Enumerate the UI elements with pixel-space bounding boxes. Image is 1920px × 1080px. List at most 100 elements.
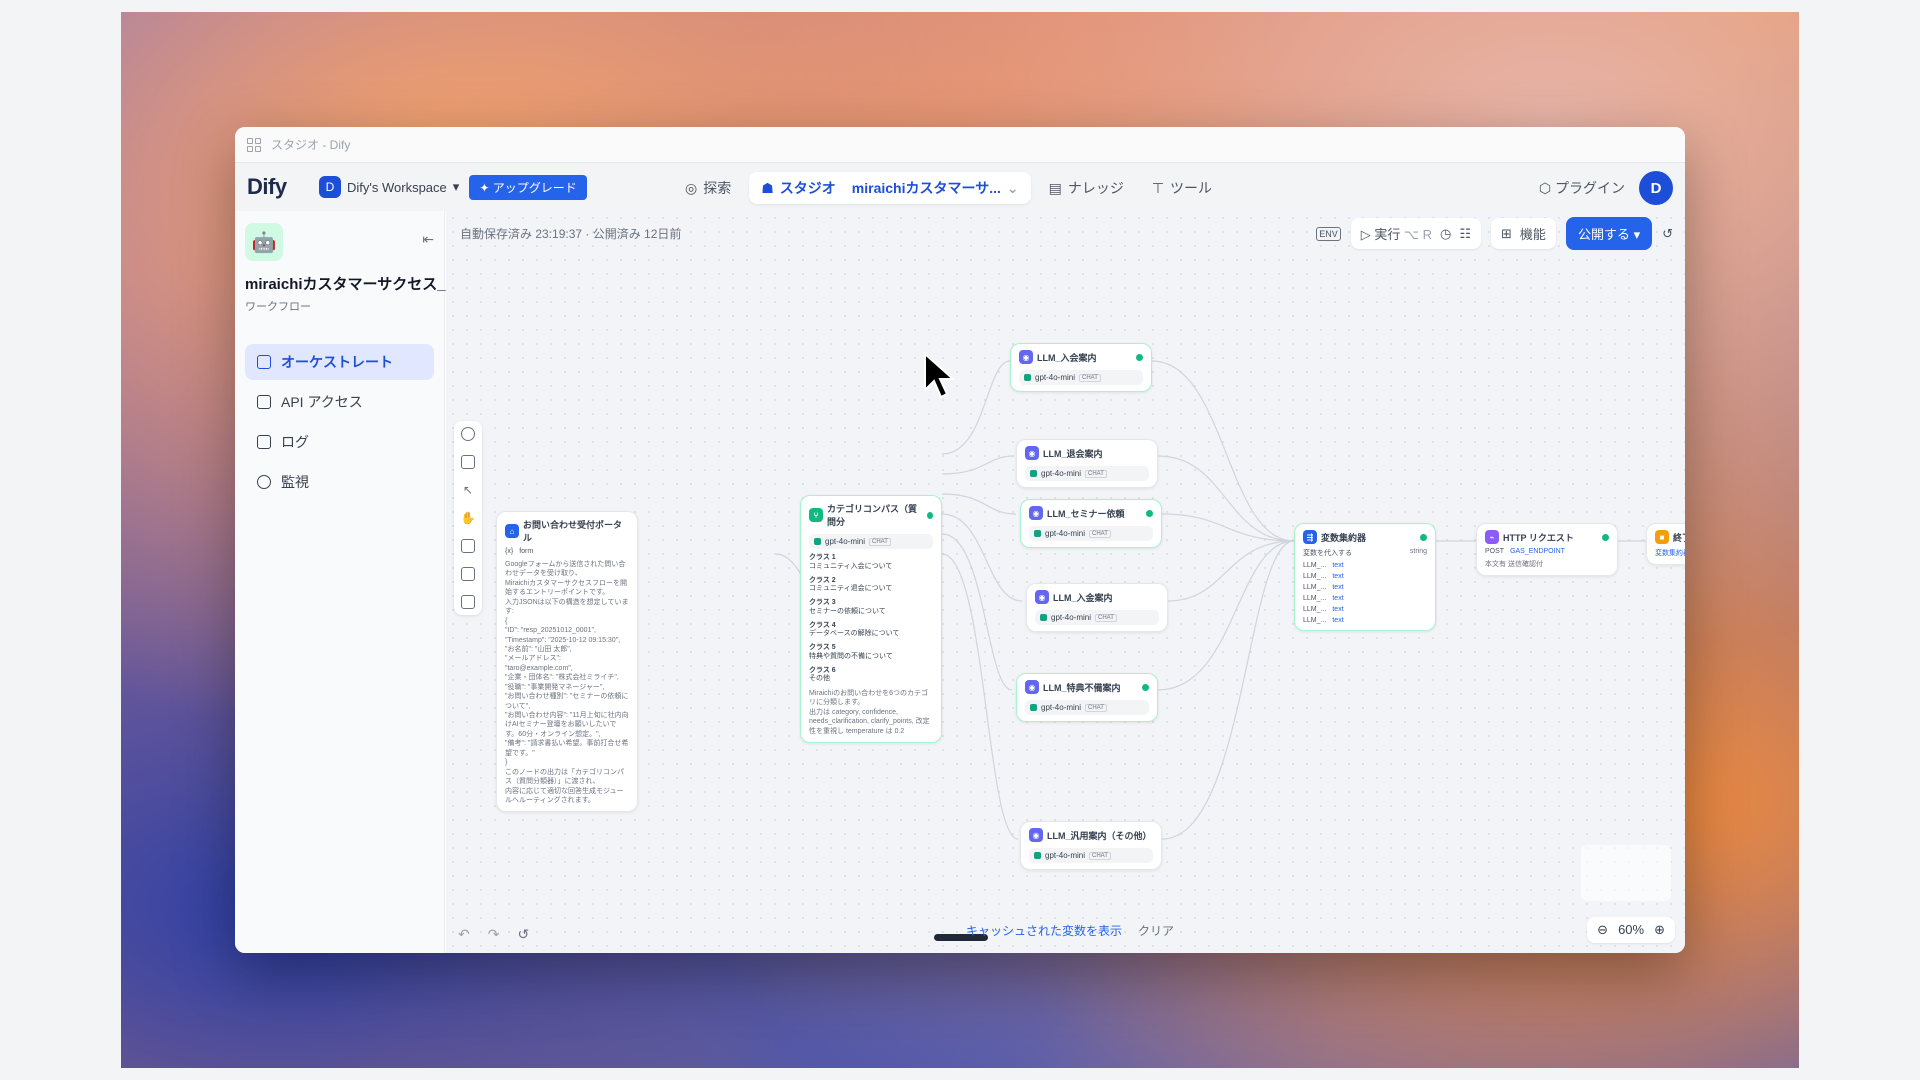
version-history-icon[interactable]: ↺ xyxy=(1662,226,1673,242)
show-cached-variables-link[interactable]: キャッシュされた変数を表示 xyxy=(966,922,1122,939)
openai-icon xyxy=(1034,530,1041,537)
model-selector[interactable]: gpt-4o-mini CHAT xyxy=(1019,370,1143,385)
chat-badge: CHAT xyxy=(1079,373,1101,382)
chevron-down-icon: ⌄ xyxy=(1006,179,1019,196)
variable-aggregator-node[interactable]: ⇶ 変数集約器 変数を代入する string LLM_... text LLM_...… xyxy=(1294,523,1436,631)
dify-logo[interactable]: Dify xyxy=(247,174,303,200)
sidebar-item-api-access[interactable]: API アクセス xyxy=(245,384,434,420)
export-image-icon[interactable] xyxy=(461,539,475,553)
start-description: Googleフォームから送信された問い合わせデータを受け取り、 Miraichi… xyxy=(505,561,629,804)
workflow-canvas[interactable]: 自動保存済み 23:19:37 · 公開済み 12日前 ENV ▷ 実行 ⌥ R… xyxy=(446,211,1685,953)
sidebar-item-monitoring[interactable]: 監視 xyxy=(245,464,434,500)
run-button[interactable]: ▷ 実行 ⌥ R xyxy=(1361,224,1432,243)
add-node-icon[interactable] xyxy=(461,427,475,441)
zoom-out-icon[interactable]: ⊖ xyxy=(1597,922,1608,938)
collapse-sidebar-icon[interactable]: ⇤ xyxy=(422,231,434,248)
nav-knowledge[interactable]: ▤ ナレッジ xyxy=(1039,172,1134,204)
plugins-button[interactable]: ⬡ プラグイン xyxy=(1539,178,1625,198)
node-title: LLM_汎用案内（その他） xyxy=(1047,830,1152,841)
workspace-name: Dify's Workspace xyxy=(347,179,447,195)
class-item: クラス 5 特典や質問の不備について xyxy=(809,644,933,662)
undo-icon[interactable]: ↶ xyxy=(458,926,470,943)
nav-explore[interactable]: ◎ 探索 xyxy=(675,172,741,204)
class-desc: セミナーの依頼について xyxy=(809,607,886,615)
node-header: ◉ LLM_特典不備案内 xyxy=(1025,680,1149,694)
features-button[interactable]: ⊞ 機能 xyxy=(1491,218,1556,249)
workspace-selector[interactable]: D Dify's Workspace ▾ xyxy=(319,176,459,198)
redo-icon[interactable]: ↷ xyxy=(488,926,500,943)
class-item: クラス 1 コミュニティ入会について xyxy=(809,554,933,572)
llm-icon: ◉ xyxy=(1035,590,1049,604)
llm-node[interactable]: ◉ LLM_退会案内 gpt-4o-mini CHAT xyxy=(1016,439,1158,488)
app-type: ワークフロー xyxy=(245,301,311,313)
end-node[interactable]: ■ 終了 変数集約器 output xyxy=(1646,523,1685,565)
class-name: クラス 3 xyxy=(809,599,836,606)
sidebar-menu: オーケストレート API アクセス ログ 監視 xyxy=(245,344,434,500)
history-icon[interactable]: ◷ xyxy=(1440,226,1451,242)
log-icon xyxy=(257,435,271,449)
nav-tools[interactable]: ⊤ ツール xyxy=(1142,172,1222,204)
sidebar-item-logs[interactable]: ログ xyxy=(245,424,434,460)
llm-node[interactable]: ◉ LLM_セミナー依頼 gpt-4o-mini CHAT xyxy=(1020,499,1162,548)
model-selector[interactable]: gpt-4o-mini CHAT xyxy=(1025,466,1149,481)
pointer-icon[interactable]: ↖ xyxy=(463,483,473,497)
openai-icon xyxy=(1034,852,1041,859)
model-selector[interactable]: gpt-4o-mini CHAT xyxy=(1035,610,1159,625)
checklist-icon[interactable]: ☷ xyxy=(1459,226,1471,242)
minimap-toggle-icon[interactable] xyxy=(461,595,475,609)
minimap[interactable] xyxy=(1581,845,1671,901)
clear-button[interactable]: クリア xyxy=(1138,922,1174,939)
hand-icon[interactable]: ✋ xyxy=(461,511,476,525)
aggregator-row: LLM_... text xyxy=(1303,606,1427,613)
robot-icon: ☗ xyxy=(761,179,774,196)
node-header: ⌂ お問い合わせ受付ポータル xyxy=(505,518,629,544)
organize-icon[interactable] xyxy=(461,567,475,581)
note-icon[interactable] xyxy=(461,455,475,469)
llm-node[interactable]: ◉ LLM_汎用案内（その他） gpt-4o-mini CHAT xyxy=(1020,821,1162,870)
llm-node[interactable]: ◉ LLM_入金案内 gpt-4o-mini CHAT xyxy=(1026,583,1168,632)
model-selector[interactable]: gpt-4o-mini CHAT xyxy=(1029,526,1153,541)
openai-icon xyxy=(1040,614,1047,621)
run-label: 実行 xyxy=(1374,227,1401,242)
app-robot-icon: 🤖 xyxy=(245,223,283,261)
source-node: LLM_... xyxy=(1303,584,1327,591)
chat-badge: CHAT xyxy=(1089,529,1111,538)
classifier-note: Miraichiのお問い合わせを6つのカテゴリに分類します。 出力は categ… xyxy=(809,690,930,735)
browser-window: スタジオ - Dify Dify D Dify's Workspace ▾ ✦ … xyxy=(235,127,1685,953)
llm-node[interactable]: ◉ LLM_特典不備案内 gpt-4o-mini CHAT xyxy=(1016,673,1158,722)
http-sub: 本文有 送信確認付 xyxy=(1485,561,1543,568)
zoom-level[interactable]: 60% xyxy=(1618,922,1644,938)
nav-studio[interactable]: ☗ スタジオ miraichiカスタマーサ... ⌄ xyxy=(749,172,1031,204)
http-request-node[interactable]: ⌁ HTTP リクエスト POST GAS_ENDPOINT 本文有 送信確認付 xyxy=(1476,523,1618,577)
publish-button[interactable]: 公開する ▾ xyxy=(1565,217,1653,250)
model-name: gpt-4o-mini xyxy=(1035,373,1076,382)
window-title: スタジオ - Dify xyxy=(271,138,351,152)
http-endpoint: POST GAS_ENDPOINT xyxy=(1485,548,1609,555)
nav-knowledge-label: ナレッジ xyxy=(1067,180,1124,196)
model-selector[interactable]: gpt-4o-mini CHAT xyxy=(809,534,933,549)
aggregator-row: LLM_... text xyxy=(1303,584,1427,591)
edge xyxy=(941,533,1013,691)
env-button[interactable]: ENV xyxy=(1316,226,1341,241)
compass-icon: ◎ xyxy=(685,179,698,196)
source-var: text xyxy=(1332,573,1344,580)
node-header: ◉ LLM_退会案内 xyxy=(1025,446,1149,460)
user-avatar[interactable]: D xyxy=(1639,171,1673,205)
aggregator-type: string xyxy=(1409,548,1427,555)
start-node[interactable]: ⌂ お問い合わせ受付ポータル {x} form Googleフォームから送信された… xyxy=(496,511,638,813)
apps-grid-icon[interactable] xyxy=(247,137,261,152)
home-icon: ⌂ xyxy=(505,524,519,538)
app-sidebar: 🤖 ⇤ miraichiカスタマーサクセス_ ワークフロー オーケストレート A… xyxy=(235,211,446,953)
aggregator-row: LLM_... text xyxy=(1303,562,1427,569)
question-classifier-node[interactable]: ⑂ カテゴリコンパス（質問分 gpt-4o-mini CHAT クラス 1 コミュ… xyxy=(800,495,942,744)
llm-node[interactable]: ◉ LLM_入会案内 gpt-4o-mini CHAT xyxy=(1010,343,1152,392)
zoom-in-icon[interactable]: ⊕ xyxy=(1654,922,1665,938)
model-selector[interactable]: gpt-4o-mini CHAT xyxy=(1025,700,1149,715)
current-app-name[interactable]: miraichiカスタマーサ... xyxy=(852,178,1001,198)
source-node: LLM_... xyxy=(1303,617,1327,624)
sidebar-item-orchestrate[interactable]: オーケストレート xyxy=(245,344,434,380)
model-selector[interactable]: gpt-4o-mini CHAT xyxy=(1029,848,1153,863)
history-icon[interactable]: ↺ xyxy=(517,926,529,943)
llm-icon: ◉ xyxy=(1029,828,1043,842)
upgrade-button[interactable]: ✦ アップグレード xyxy=(469,174,587,200)
